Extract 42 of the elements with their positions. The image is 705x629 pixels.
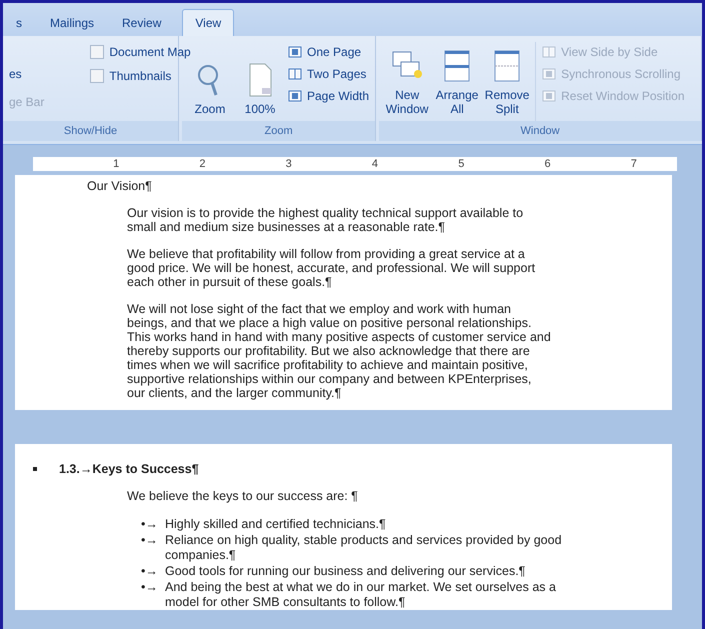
list-item: And being the best at what we do in our market. We set ourselves as a model for other SMB consultants to follow.¶ <box>165 580 557 610</box>
page-view-icon <box>288 45 302 59</box>
paragraph: We will not lose sight of the fact that we employ and work with human beings, and that we place a high value on positive personal relationships. This works hand in hand with many positive aspects of customer service and thereby supports our profitability. But we also acknowledge that there are times when we will sacrifice profitability to achieve and maintain positive, supportive relationships within our company and between KPEnterprises, our clients, and the larger community.¶ <box>127 302 552 400</box>
bullet-marker: •→ <box>141 517 159 532</box>
zoom-button[interactable]: Zoom <box>194 102 226 116</box>
list-item: Good tools for running our business and delivering our services.¶ <box>165 564 526 579</box>
heading: Our Vision¶ <box>87 179 153 193</box>
window-button[interactable]: New Window <box>385 88 430 116</box>
list-item: Reliance on high quality, stable products and services provided by good companies.¶ <box>165 533 563 563</box>
bullet-icon <box>33 467 37 471</box>
ribbon-option[interactable]: es <box>9 64 44 84</box>
view-button[interactable]: Page Width <box>307 89 370 103</box>
checkbox-label: Thumbnails <box>109 69 172 83</box>
checkbox[interactable] <box>90 69 104 83</box>
window-icon <box>542 89 556 103</box>
bullet-marker: •→ <box>141 564 159 579</box>
paragraph: Our vision is to provide the highest quality technical support available to small and medium size businesses at a reasonable rate.¶ <box>127 206 524 234</box>
view-button[interactable]: Two Pages <box>307 67 366 81</box>
paragraph: We believe the keys to our success are: ¶ <box>127 489 359 503</box>
paragraph: We believe that profitability will follow from providing a great service at a good price. We will be honest, accurate, and professional. We will support each other in pursuit of these goals.¶ <box>127 247 536 289</box>
ribbon-tab[interactable]: s <box>3 9 35 36</box>
zoom-button[interactable]: 100% <box>244 102 276 116</box>
bullet-marker: •→ <box>141 580 159 596</box>
page-view-icon <box>288 89 302 103</box>
checkbox[interactable] <box>90 45 104 59</box>
group-label: Window <box>379 121 701 141</box>
window-icon <box>542 67 556 81</box>
ribbon-tab[interactable]: View <box>182 9 234 36</box>
bullet-marker: •→ <box>141 533 159 549</box>
window-button[interactable]: Arrange All <box>435 88 480 116</box>
ruler: 1 2 3 4 5 6 7 <box>33 157 677 171</box>
section-heading: 1.3.→Keys to Success¶ <box>59 462 199 476</box>
group-label: Zoom <box>182 121 376 141</box>
window-button[interactable]: Remove Split <box>484 88 530 116</box>
ribbon-tab[interactable]: Mailings <box>37 9 108 36</box>
checkbox-label: Document Map <box>109 45 191 59</box>
view-button[interactable]: One Page <box>307 45 362 59</box>
list-item: Highly skilled and certified technicians.¶ <box>165 517 386 532</box>
group-label: Show/Hide <box>3 121 178 141</box>
window-icon <box>542 45 556 59</box>
ribbon-tab[interactable]: Review <box>109 9 174 36</box>
page-view-icon <box>288 67 302 81</box>
